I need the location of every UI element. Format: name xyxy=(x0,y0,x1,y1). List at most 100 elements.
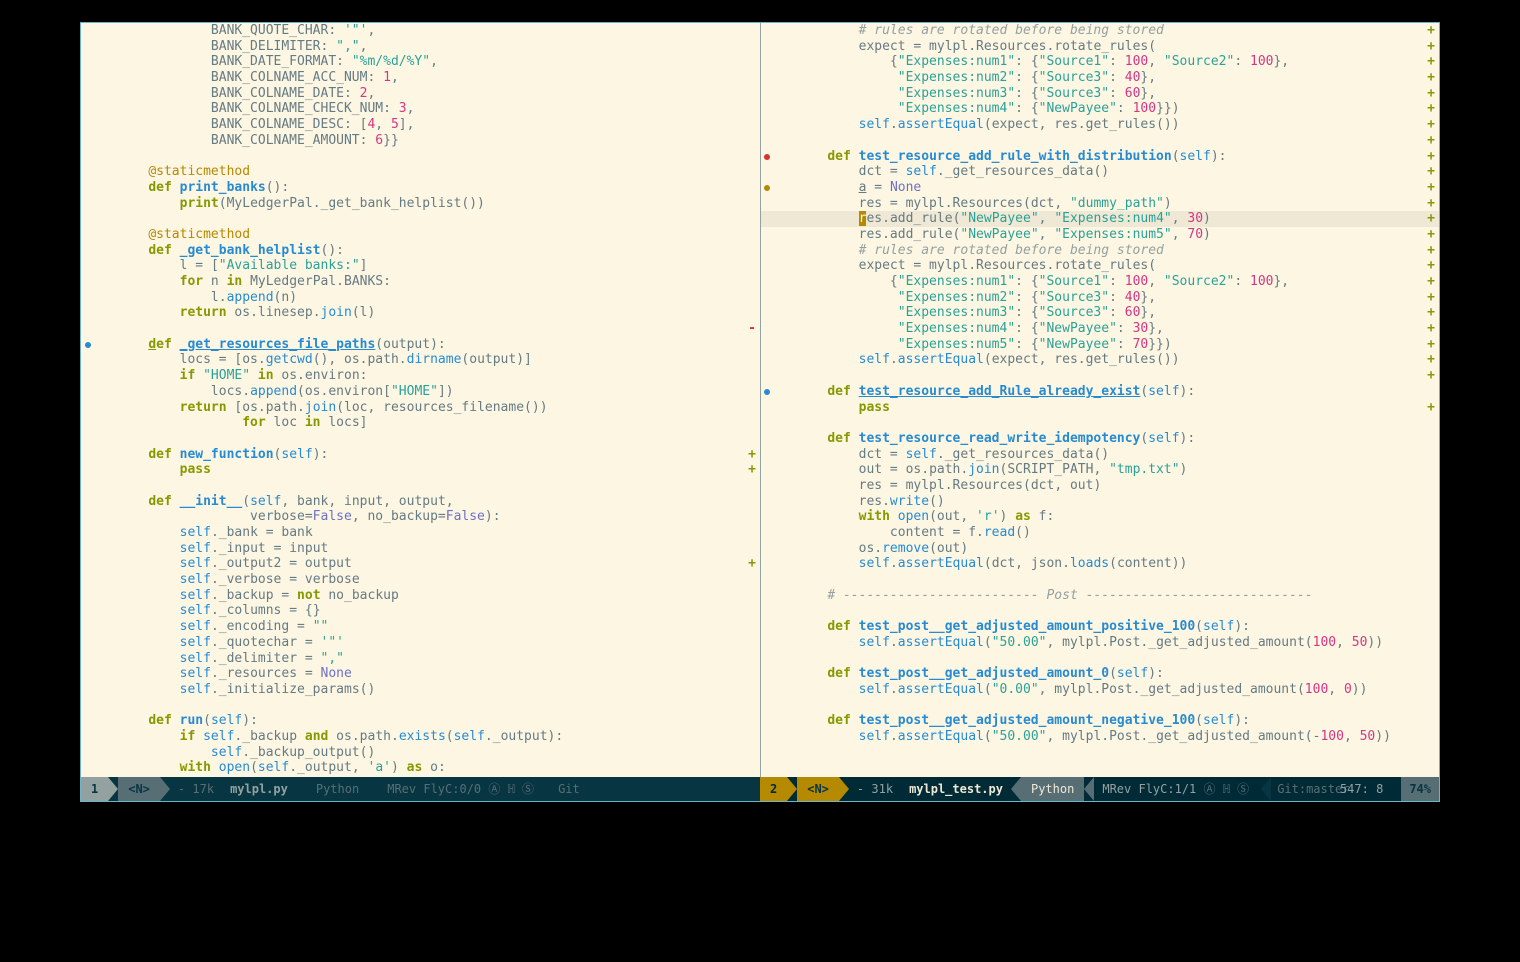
code-line[interactable] xyxy=(760,603,1439,619)
modeline-left[interactable]: 1 <N> - 17k mylpl.py Python MRev FlyC:0/… xyxy=(81,777,760,801)
code-line[interactable]: BANK_COLNAME_AMOUNT: 6}} xyxy=(81,133,760,149)
code-line[interactable]: BANK_DELIMITER: ",", xyxy=(81,39,760,55)
code-line[interactable] xyxy=(81,211,760,227)
code-line[interactable]: self._verbose = verbose xyxy=(81,572,760,588)
code-line[interactable]: locs = [os.getcwd(), os.path.dirname(out… xyxy=(81,352,760,368)
code-line[interactable]: BANK_QUOTE_CHAR: '"', xyxy=(81,23,760,39)
code-line[interactable]: def test_post__get_adjusted_amount_negat… xyxy=(760,713,1439,729)
code-line[interactable] xyxy=(81,698,760,714)
code-line[interactable]: res = mylpl.Resources(dct, out) xyxy=(760,478,1439,494)
code-line[interactable]: self.assertEqual(expect, res.get_rules()… xyxy=(760,352,1439,368)
buffer-name[interactable]: mylpl.py xyxy=(222,782,296,797)
code-line[interactable]: self.assertEqual("50.00", mylpl.Post._ge… xyxy=(760,729,1439,745)
code-line[interactable]: self._columns = {} xyxy=(81,603,760,619)
code-line[interactable]: "Expenses:num3": {"Source3": 60},+ xyxy=(760,86,1439,102)
code-line[interactable]: self._delimiter = "," xyxy=(81,651,760,667)
major-mode[interactable]: Python xyxy=(1021,777,1084,801)
code-line[interactable]: self._quotechar = '"' xyxy=(81,635,760,651)
code-line[interactable]: def _get_bank_helplist(): xyxy=(81,243,760,259)
code-line[interactable] xyxy=(760,415,1439,431)
code-line[interactable]: self.assertEqual(dct, json.loads(content… xyxy=(760,556,1439,572)
code-area[interactable]: # rules are rotated before being stored+… xyxy=(760,23,1439,777)
code-line[interactable]: self._backup_output() xyxy=(81,745,760,761)
code-line[interactable]: {"Expenses:num1": {"Source1": 100, "Sour… xyxy=(760,274,1439,290)
code-line[interactable]: locs.append(os.environ["HOME"]) xyxy=(81,384,760,400)
code-line[interactable]: l = ["Available banks:"] xyxy=(81,258,760,274)
code-line[interactable]: "Expenses:num3": {"Source3": 60},+ xyxy=(760,305,1439,321)
code-line[interactable]: def print_banks(): xyxy=(81,180,760,196)
code-line[interactable]: @staticmethod xyxy=(81,227,760,243)
code-line[interactable]: if "HOME" in os.environ: xyxy=(81,368,760,384)
left-pane[interactable]: BANK_QUOTE_CHAR: '"', BANK_DELIMITER: ",… xyxy=(81,23,760,777)
code-line[interactable]: expect = mylpl.Resources.rotate_rules(+ xyxy=(760,258,1439,274)
code-line[interactable]: for loc in locs] xyxy=(81,415,760,431)
code-line[interactable]: def new_function(self):+ xyxy=(81,447,760,463)
code-line[interactable]: "Expenses:num4": {"NewPayee": 30},+ xyxy=(760,321,1439,337)
code-line[interactable]: + xyxy=(760,368,1439,384)
code-line[interactable]: "Expenses:num5": {"NewPayee": 70}})+ xyxy=(760,337,1439,353)
code-line[interactable] xyxy=(760,572,1439,588)
code-line[interactable]: pass+ xyxy=(760,400,1439,416)
code-line[interactable]: self.assertEqual(expect, res.get_rules()… xyxy=(760,117,1439,133)
code-line[interactable]: dct = self._get_resources_data() xyxy=(760,447,1439,463)
code-line[interactable]: res = mylpl.Resources(dct, "dummy_path")… xyxy=(760,196,1439,212)
code-line[interactable]: self.assertEqual("0.00", mylpl.Post._get… xyxy=(760,682,1439,698)
code-line[interactable]: "Expenses:num4": {"NewPayee": 100}})+ xyxy=(760,101,1439,117)
code-line[interactable]: expect = mylpl.Resources.rotate_rules(+ xyxy=(760,39,1439,55)
code-line[interactable]: os.remove(out) xyxy=(760,541,1439,557)
major-mode[interactable]: Python xyxy=(306,777,369,801)
code-line[interactable]: # rules are rotated before being stored+ xyxy=(760,23,1439,39)
code-line[interactable]: BANK_COLNAME_DATE: 2, xyxy=(81,86,760,102)
code-line[interactable]: verbose=False, no_backup=False): xyxy=(81,509,760,525)
code-line[interactable]: out = os.path.join(SCRIPT_PATH, "tmp.txt… xyxy=(760,462,1439,478)
right-pane[interactable]: # rules are rotated before being stored+… xyxy=(760,23,1439,777)
code-line[interactable] xyxy=(760,651,1439,667)
code-line[interactable]: "Expenses:num2": {"Source3": 40},+ xyxy=(760,290,1439,306)
code-line[interactable]: self._resources = None xyxy=(81,666,760,682)
code-line[interactable]: return os.linesep.join(l) xyxy=(81,305,760,321)
code-line[interactable]: self._output2 = output+ xyxy=(81,556,760,572)
code-line[interactable]: BANK_COLNAME_CHECK_NUM: 3, xyxy=(81,101,760,117)
code-line[interactable]: + xyxy=(760,133,1439,149)
code-line[interactable]: def test_resource_add_rule_with_distribu… xyxy=(760,149,1439,165)
code-line[interactable]: # rules are rotated before being stored+ xyxy=(760,243,1439,259)
code-area[interactable]: BANK_QUOTE_CHAR: '"', BANK_DELIMITER: ",… xyxy=(81,23,760,777)
code-line[interactable]: content = f.read() xyxy=(760,525,1439,541)
code-line[interactable]: self._initialize_params() xyxy=(81,682,760,698)
code-line[interactable]: self._input = input xyxy=(81,541,760,557)
code-line[interactable]: self.assertEqual("50.00", mylpl.Post._ge… xyxy=(760,635,1439,651)
code-line[interactable]: print(MyLedgerPal._get_bank_helplist()) xyxy=(81,196,760,212)
code-line[interactable]: l.append(n) xyxy=(81,290,760,306)
code-line[interactable]: def run(self): xyxy=(81,713,760,729)
code-line[interactable]: BANK_COLNAME_ACC_NUM: 1, xyxy=(81,70,760,86)
code-line[interactable]: def test_post__get_adjusted_amount_0(sel… xyxy=(760,666,1439,682)
code-line[interactable]: pass+ xyxy=(81,462,760,478)
code-line[interactable]: return [os.path.join(loc, resources_file… xyxy=(81,400,760,416)
code-line[interactable]: self._encoding = "" xyxy=(81,619,760,635)
code-line[interactable]: @staticmethod xyxy=(81,164,760,180)
code-line[interactable]: BANK_COLNAME_DESC: [4, 5], xyxy=(81,117,760,133)
code-line[interactable]: BANK_DATE_FORMAT: "%m/%d/%Y", xyxy=(81,54,760,70)
modeline-right[interactable]: 2 <N> - 31k mylpl_test.py Python MRev Fl… xyxy=(760,777,1439,801)
code-line[interactable]: for n in MyLedgerPal.BANKS: xyxy=(81,274,760,290)
code-line[interactable]: res.write() xyxy=(760,494,1439,510)
code-line[interactable]: # ------------------------- Post -------… xyxy=(760,588,1439,604)
buffer-name[interactable]: mylpl_test.py xyxy=(901,782,1011,797)
code-line[interactable]: def _get_resources_file_paths(output): xyxy=(81,337,760,353)
code-line[interactable]: self._backup = not no_backup xyxy=(81,588,760,604)
code-line[interactable]: def test_resource_add_Rule_already_exist… xyxy=(760,384,1439,400)
code-line[interactable] xyxy=(81,478,760,494)
code-line[interactable]: def __init__(self, bank, input, output, xyxy=(81,494,760,510)
code-line[interactable]: "Expenses:num2": {"Source3": 40},+ xyxy=(760,70,1439,86)
code-line[interactable]: - xyxy=(81,321,760,337)
code-line[interactable]: {"Expenses:num1": {"Source1": 100, "Sour… xyxy=(760,54,1439,70)
code-line[interactable]: def test_post__get_adjusted_amount_posit… xyxy=(760,619,1439,635)
code-line[interactable]: if self._backup and os.path.exists(self.… xyxy=(81,729,760,745)
vertical-splitter[interactable] xyxy=(760,23,761,777)
code-line[interactable] xyxy=(81,431,760,447)
code-line[interactable]: with open(self._output, 'a') as o: xyxy=(81,760,760,776)
code-line[interactable]: self._bank = bank xyxy=(81,525,760,541)
code-line[interactable]: res.add_rule("NewPayee", "Expenses:num5"… xyxy=(760,227,1439,243)
code-line[interactable] xyxy=(81,149,760,165)
code-line[interactable]: with open(out, 'r') as f: xyxy=(760,509,1439,525)
